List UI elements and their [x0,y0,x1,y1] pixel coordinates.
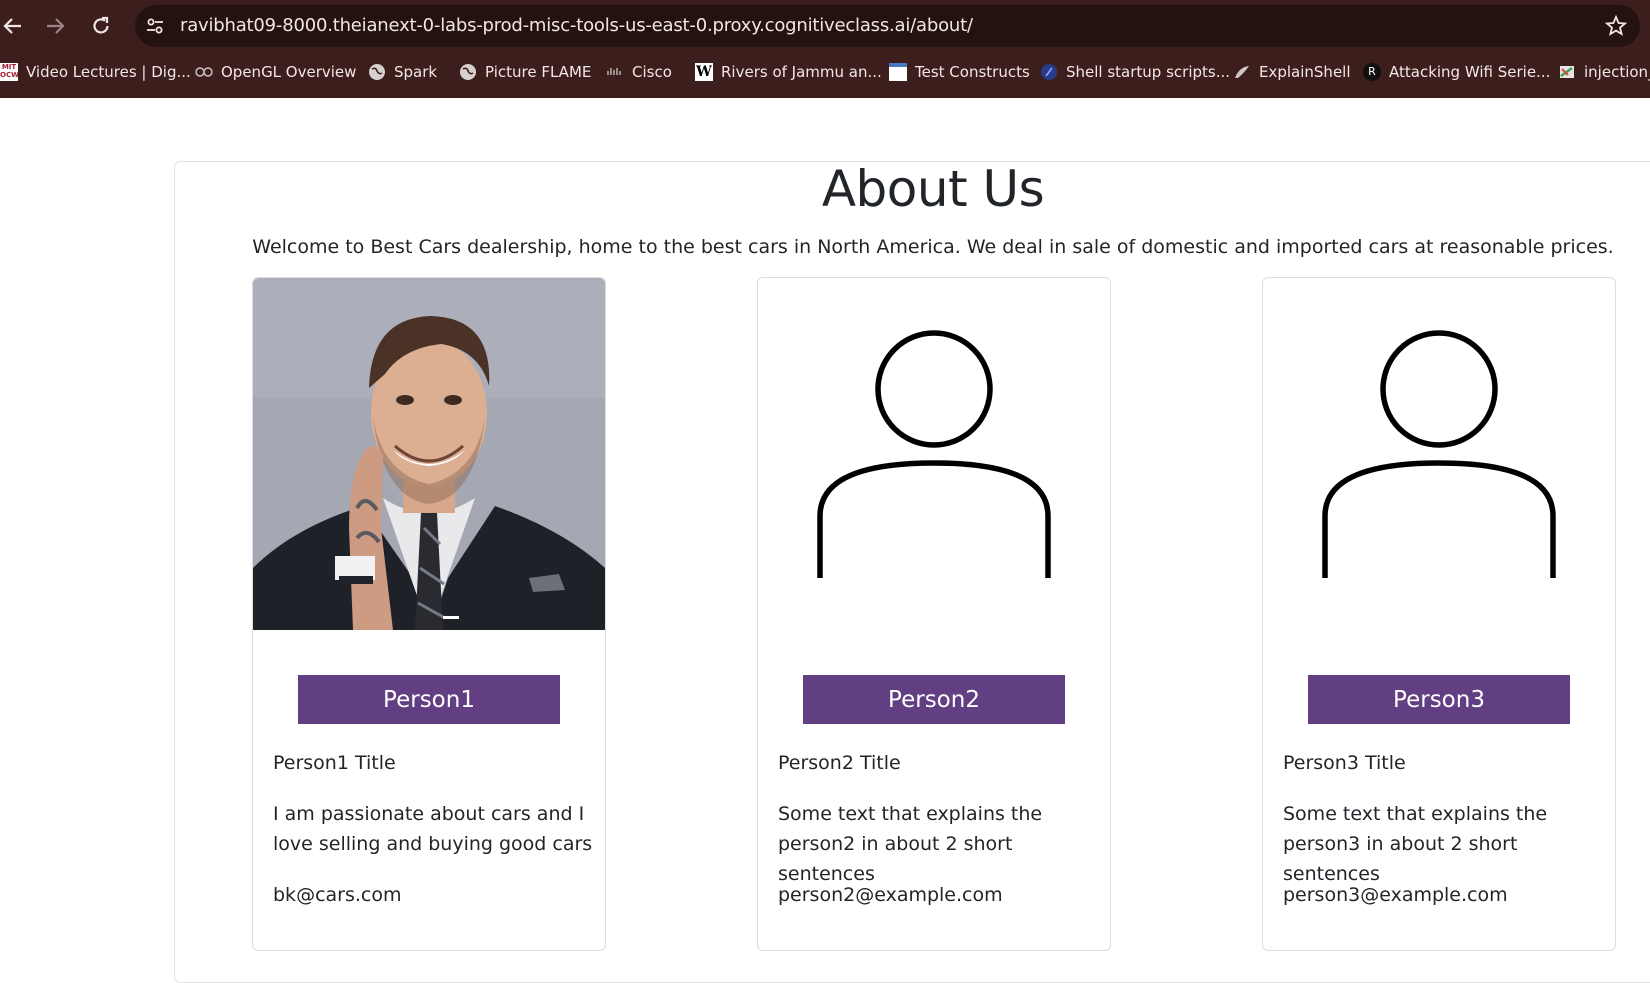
globe-icon [459,63,477,81]
person3-title: Person3 Title [1283,752,1406,774]
bookmark-label: OpenGL Overview [221,63,357,81]
person3-button[interactable]: Person3 [1308,675,1570,724]
bookmark-label: Shell startup scripts... [1066,63,1231,81]
bookmarks-bar: MIT OCW Video Lectures | Dig... OpenGL Ov… [0,57,1650,87]
r-icon: R [1363,63,1381,81]
bookmark-item[interactable]: Cisco [606,57,672,87]
bookmark-label: Rivers of Jammu an... [721,63,882,81]
person1-email: bk@cars.com [273,884,402,906]
back-arrow-icon[interactable] [0,13,26,39]
welcome-text: Welcome to Best Cars dealership, home to… [252,236,1614,258]
bookmark-item[interactable]: OpenGL Overview [195,57,356,87]
opengl-icon [195,63,213,81]
bookmark-label: Spark [394,63,438,81]
url-text: ravibhat09-8000.theianext-0-labs-prod-mi… [180,15,973,36]
bookmark-label: ExplainShell [1259,63,1351,81]
site-icon [1040,63,1058,81]
person-card: Person2 Person2 Title Some text that exp… [757,277,1111,951]
address-bar[interactable]: ravibhat09-8000.theianext-0-labs-prod-mi… [135,5,1640,47]
bookmark-label: Video Lectures | Dig... [26,63,191,81]
globe-icon [368,63,386,81]
wikipedia-icon: W [695,63,713,81]
bookmark-star-icon[interactable] [1604,14,1628,38]
page-icon [889,63,907,81]
person3-email: person3@example.com [1283,884,1508,906]
bookmark-label: injection_ [1584,63,1650,81]
bookmark-item[interactable]: Picture FLAME [459,57,591,87]
person2-button[interactable]: Person2 [803,675,1065,724]
person-card: Person1 Person1 Title I am passionate ab… [252,277,606,951]
person-card: Person3 Person3 Title Some text that exp… [1262,277,1616,951]
cisco-icon [606,63,624,81]
portrait-photo [253,278,605,630]
person2-title: Person2 Title [778,752,901,774]
injection-icon [1558,63,1576,81]
person2-email: person2@example.com [778,884,1003,906]
person3-description: Some text that explains the person3 in a… [1283,803,1548,885]
bookmark-item[interactable]: R Attacking Wifi Serie... [1363,57,1550,87]
person-placeholder-icon [1263,278,1615,630]
mit-ocw-icon: MIT OCW [0,63,19,81]
bookmark-label: Cisco [632,63,672,81]
forward-arrow-icon[interactable] [42,13,68,39]
bookmark-item[interactable]: MIT OCW Video Lectures | Dig... [0,57,191,87]
person1-button[interactable]: Person1 [298,675,560,724]
bookmark-item[interactable]: Spark [368,57,437,87]
site-info-icon[interactable] [144,15,166,37]
reload-icon[interactable] [88,13,114,39]
bookmark-item[interactable]: injection_ [1558,57,1650,87]
person1-title: Person1 Title [273,752,396,774]
bookmark-item[interactable]: W Rivers of Jammu an... [695,57,882,87]
bookmark-label: Attacking Wifi Serie... [1389,63,1551,81]
bookmark-label: Test Constructs [915,63,1030,81]
bookmark-item[interactable]: Test Constructs [889,57,1030,87]
bookmark-item[interactable]: Shell startup scripts... [1040,57,1230,87]
shell-icon [1233,63,1251,81]
bookmark-label: Picture FLAME [485,63,592,81]
page-title: About Us [821,160,1045,218]
person2-description: Some text that explains the person2 in a… [778,803,1043,885]
person-placeholder-icon [758,278,1110,630]
person1-description: I am passionate about cars and I love se… [273,803,593,855]
bookmark-item[interactable]: ExplainShell [1233,57,1351,87]
browser-chrome: ravibhat09-8000.theianext-0-labs-prod-mi… [0,0,1650,98]
